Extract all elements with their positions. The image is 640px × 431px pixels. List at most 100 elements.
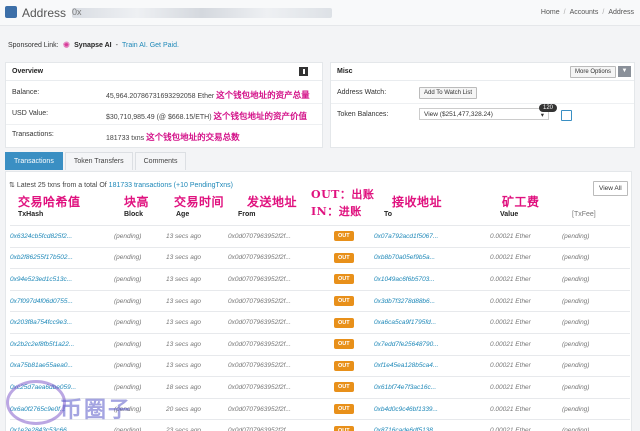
table-row: 0x6324cb5fcd825f2... (pending) 13 secs ago… (10, 225, 630, 248)
usd-label: USD Value: (12, 110, 49, 117)
annotation-block: 块高 (124, 195, 150, 209)
out-badge: OUT (334, 425, 354, 431)
tx-hash-link[interactable]: 0x7f097d4f06d0755... (10, 290, 114, 312)
more-options-button[interactable]: More Options (569, 66, 616, 78)
tx-row: 181733 txns 这个钱包地址的交易总数 (106, 131, 240, 143)
divider (6, 103, 322, 104)
annotation-fee: 矿工费 (502, 195, 540, 209)
token-balances-dropdown[interactable]: View ($251,477,328.24) ▾ (419, 108, 549, 120)
direction-badge: OUT (334, 398, 374, 420)
watermark-ring (6, 380, 66, 425)
add-to-watch-list-button[interactable]: Add To Watch List (419, 87, 478, 99)
out-badge: OUT (334, 317, 354, 328)
view-all-button[interactable]: View All (593, 181, 628, 196)
age-cell: 20 secs ago (166, 405, 202, 413)
txfee-cell: (pending) (562, 275, 590, 283)
table-row: 0x2b2c2ef8fb5f1a22... (pending) 13 secs ag… (10, 333, 630, 355)
age-cell: 13 secs ago (166, 232, 202, 240)
txfee-cell: (pending) (562, 232, 590, 240)
divider (6, 124, 322, 125)
txfee-cell: (pending) (562, 362, 590, 370)
value-cell: 0.00021 Ether (490, 340, 531, 348)
to-address-link[interactable]: 0x1049ac6f6b5703... (374, 269, 490, 291)
txfee-cell: (pending) (562, 319, 590, 327)
overview-title: Overview (6, 63, 322, 81)
usd-annotation: 这个钱包地址的资产价值 (213, 112, 308, 122)
from-address: 0x0d0707963952f2f... (228, 254, 291, 262)
tx-label: Transactions: (12, 131, 54, 138)
annotation-txhash: 交易哈希值 (18, 195, 81, 209)
age-cell: 13 secs ago (166, 254, 202, 262)
tx-hash-link[interactable]: 0x2b2c2ef8fb5f1a22... (10, 333, 114, 355)
value-cell: 0.00021 Ether (490, 275, 531, 283)
value-cell: 0.00021 Ether (490, 232, 531, 240)
sort-icon: ⇅ (9, 182, 15, 189)
table-header: TxHash Block Age From To Value [TxFee] (0, 211, 640, 222)
tab-comments[interactable]: Comments (134, 152, 187, 170)
to-address-link[interactable]: 0x3db7f3278d88b6... (374, 290, 490, 312)
tx-hash-link[interactable]: 0xa75b81ae55aea0... (10, 355, 114, 377)
age-cell: 13 secs ago (166, 297, 202, 305)
summary-link[interactable]: 181733 transactions (109, 182, 172, 189)
age-cell: 13 secs ago (166, 340, 202, 348)
block-cell: (pending) (114, 232, 142, 240)
tab-transactions[interactable]: Transactions (5, 152, 63, 170)
tx-hash-link[interactable]: 0x6324cb5fcd825f2... (10, 226, 114, 248)
out-badge: OUT (334, 382, 354, 393)
table-row: 0x203f8a754fcc9e3... (pending) 13 secs ago… (10, 311, 630, 334)
out-badge: OUT (334, 404, 354, 415)
col-txfee[interactable]: [TxFee] (572, 211, 596, 218)
value-cell: 0.00021 Ether (490, 362, 531, 370)
from-address: 0x0d0707963952f2f... (228, 405, 291, 413)
tx-hash-link[interactable]: 0xb2f86255f17b502... (10, 247, 114, 269)
breadcrumb-home[interactable]: Home (541, 9, 560, 16)
age-cell: 13 secs ago (166, 275, 202, 283)
tab-bar: Transactions Token Transfers Comments (5, 152, 187, 170)
direction-badge: OUT (334, 377, 374, 399)
tx-hash-link[interactable]: 0x203f8a754fcc9e3... (10, 312, 114, 334)
from-address: 0x0d0707963952f2f... (228, 427, 291, 431)
value-cell: 0.00021 Ether (490, 297, 531, 305)
to-address-link[interactable]: 0x07a792acd1f5067... (374, 226, 490, 248)
to-address-link[interactable]: 0x61bf74e7f3ac16c... (374, 377, 490, 399)
to-address-link[interactable]: 0xb8b70a05ef9b5a... (374, 247, 490, 269)
col-to: To (384, 211, 393, 218)
out-badge: OUT (334, 252, 354, 263)
out-badge: OUT (334, 296, 354, 307)
out-badge: OUT (334, 360, 354, 371)
txfee-cell: (pending) (562, 383, 590, 391)
sponsor-label: Sponsored Link: (8, 42, 59, 49)
token-grid-icon[interactable] (561, 110, 572, 121)
block-cell: (pending) (114, 254, 142, 262)
breadcrumb-accounts[interactable]: Accounts (570, 9, 599, 16)
to-address-link[interactable]: 0xa6ca5ca9f1795fd... (374, 312, 490, 334)
address-watch-label: Address Watch: (337, 89, 387, 96)
col-block: Block (124, 211, 144, 218)
block-cell: (pending) (114, 362, 142, 370)
address-blurred (72, 8, 332, 18)
age-cell: 23 secs ago (166, 427, 202, 431)
qr-code-icon[interactable] (299, 67, 308, 76)
usd-row: $30,710,985.49 (@ $668.15/ETH) 这个钱包地址的资产… (106, 110, 307, 122)
sponsored-link: Sponsored Link: ✺ Synapse AI - Train AI.… (8, 40, 179, 51)
overview-panel: Overview Balance: 45,964.207867316932920… (5, 62, 323, 148)
block-cell: (pending) (114, 275, 142, 283)
tx-hash-link[interactable]: 0x94e523ed1c513c... (10, 269, 114, 291)
value-cell: 0.00021 Ether (490, 427, 531, 431)
out-badge: OUT (334, 231, 354, 242)
out-badge: OUT (334, 274, 354, 285)
sponsor-tagline[interactable]: Train AI. Get Paid. (122, 42, 179, 49)
col-from: From (238, 211, 256, 218)
table-row: 0x94e523ed1c513c... (pending) 13 secs ago 0… (10, 268, 630, 291)
direction-badge: OUT (334, 420, 374, 431)
annotation-to: 接收地址 (392, 195, 443, 209)
summary-pending[interactable]: (+10 PendingTxns) (174, 182, 233, 189)
to-address-link[interactable]: 0x7edd7fe25648790... (374, 333, 490, 355)
age-cell: 18 secs ago (166, 383, 202, 391)
to-address-link[interactable]: 0x8716cade6df5138... (374, 420, 490, 431)
sponsor-name[interactable]: Synapse AI (74, 42, 111, 49)
to-address-link[interactable]: 0xf1e45ea128b5ca4... (374, 355, 490, 377)
chevron-down-icon[interactable]: ▼ (618, 66, 631, 77)
tab-token-transfers[interactable]: Token Transfers (64, 152, 133, 170)
to-address-link[interactable]: 0xb4d0c9c46bf1339... (374, 398, 490, 420)
